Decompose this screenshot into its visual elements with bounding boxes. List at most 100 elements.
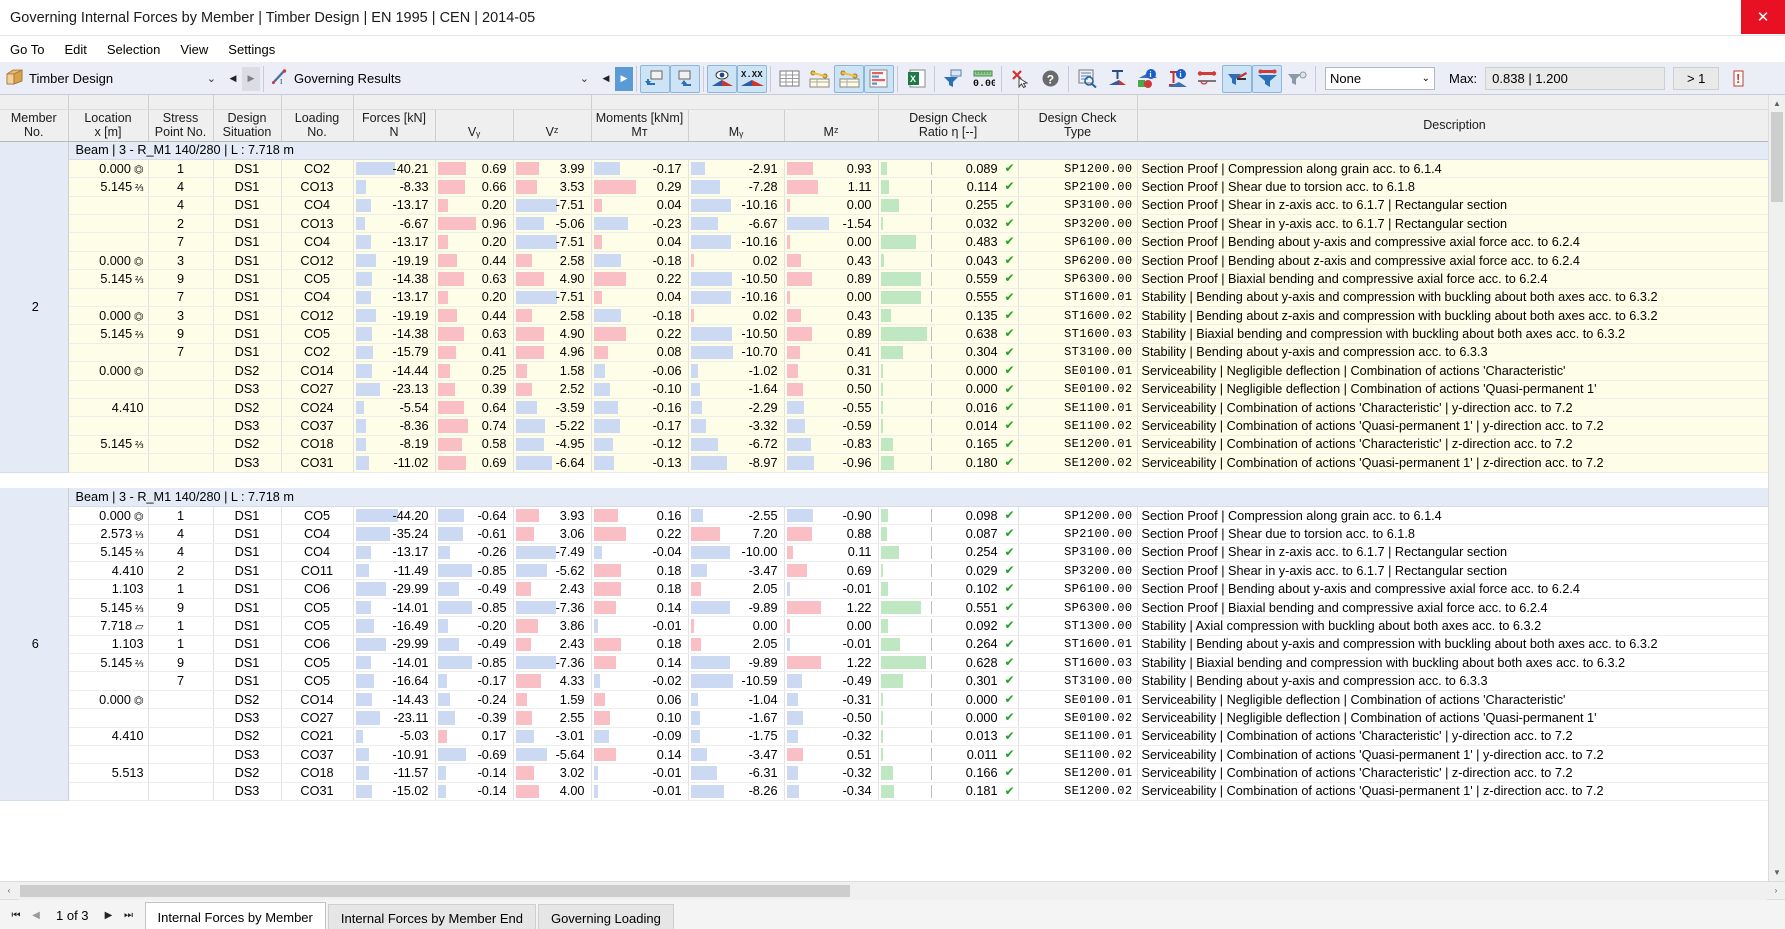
force-vy-cell[interactable]: -0.49 — [435, 635, 514, 655]
force-vy-cell[interactable]: -0.61 — [435, 524, 514, 544]
location-cell[interactable] — [68, 196, 149, 216]
location-cell[interactable]: 0.000 ⏣ — [68, 690, 149, 710]
force-vy-cell[interactable]: 0.58 — [435, 435, 514, 455]
greater-than-one-button[interactable]: > 1 — [1673, 67, 1720, 90]
design-check-type-cell[interactable]: SE0100.02 — [1018, 708, 1138, 728]
vertical-scroll-thumb[interactable] — [1771, 112, 1783, 202]
force-n-cell[interactable]: -19.19 — [353, 251, 436, 271]
design-check-ratio-cell[interactable]: 0.180 ✔ — [878, 453, 1019, 473]
design-check-ratio-cell[interactable]: 0.638 ✔ — [878, 324, 1019, 344]
force-n-cell[interactable]: -23.13 — [353, 380, 436, 399]
location-cell[interactable]: 0.000 ⏣ — [68, 361, 149, 381]
design-check-ratio-cell[interactable]: 0.092 ✔ — [878, 616, 1019, 636]
design-situation-cell[interactable]: DS2 — [213, 361, 282, 381]
moment-my-cell[interactable]: -1.04 — [688, 690, 785, 710]
moment-mz-cell[interactable]: 0.31 — [784, 361, 879, 381]
loading-no-cell[interactable]: CO5 — [281, 671, 354, 691]
moment-mz-cell[interactable]: 0.89 — [784, 324, 879, 344]
description-cell[interactable]: Serviceability | Combination of actions … — [1137, 727, 1768, 747]
moment-mt-cell[interactable]: 0.10 — [591, 708, 689, 728]
force-vz-cell[interactable]: -4.95 — [513, 435, 592, 455]
force-n-cell[interactable]: -16.49 — [353, 616, 436, 636]
design-check-ratio-cell[interactable]: 0.255 ✔ — [878, 196, 1019, 216]
location-cell[interactable] — [68, 232, 149, 252]
loading-no-cell[interactable]: CO4 — [281, 288, 354, 308]
col-stress-point[interactable]: Stress Point No. — [148, 109, 214, 142]
moment-mt-cell[interactable]: -0.17 — [591, 416, 689, 436]
design-situation-cell[interactable]: DS1 — [213, 177, 282, 197]
design-situation-cell[interactable]: DS1 — [213, 598, 282, 618]
design-check-type-cell[interactable]: SE1200.01 — [1018, 763, 1138, 783]
stress-point-cell[interactable]: 1 — [148, 579, 214, 599]
col-design-check-ratio[interactable]: Design Check Ratio η [--] — [878, 109, 1019, 142]
design-check-type-cell[interactable]: SE1100.01 — [1018, 727, 1138, 747]
table-row[interactable]: 4.410 DS2 CO24 -5.54 0.64 -3.59 -0.16 -2.29 -0.5… — [0, 398, 1768, 418]
table-row[interactable]: DS3 CO31 -15.02 -0.14 4.00 -0.01 -8.26 -0.34 0.1… — [0, 782, 1768, 802]
moment-mt-cell[interactable]: -0.18 — [591, 306, 689, 326]
description-cell[interactable]: Stability | Bending about y-axis and com… — [1137, 288, 1768, 308]
stress-point-cell[interactable]: 4 — [148, 196, 214, 216]
design-check-ratio-cell[interactable]: 0.264 ✔ — [878, 635, 1019, 655]
design-check-type-cell[interactable]: SP3100.00 — [1018, 196, 1138, 216]
force-n-cell[interactable]: -13.17 — [353, 543, 436, 563]
force-n-cell[interactable]: -11.57 — [353, 763, 436, 783]
force-n-cell[interactable]: -14.38 — [353, 269, 436, 289]
force-vy-cell[interactable]: -0.14 — [435, 763, 514, 783]
force-vz-cell[interactable]: 2.55 — [513, 708, 592, 728]
moment-mt-cell[interactable]: -0.01 — [591, 616, 689, 636]
force-vy-cell[interactable]: 0.66 — [435, 177, 514, 197]
force-vy-cell[interactable]: 0.41 — [435, 343, 514, 363]
moment-my-cell[interactable]: 7.20 — [688, 524, 785, 544]
description-cell[interactable]: Section Proof | Shear in z-axis acc. to … — [1137, 543, 1768, 563]
moment-mt-cell[interactable]: -0.01 — [591, 782, 689, 802]
location-cell[interactable]: 4.410 — [68, 398, 149, 418]
horizontal-scrollbar[interactable]: ‹ › — [0, 881, 1785, 900]
design-check-ratio-cell[interactable]: 0.555 ✔ — [878, 288, 1019, 308]
location-cell[interactable]: 5.145 ⅔ — [68, 269, 149, 289]
loading-no-cell[interactable]: CO5 — [281, 598, 354, 618]
col-loading-no[interactable]: Loading No. — [281, 109, 354, 142]
table-row[interactable]: 5.145 ⅔ 9 DS1 CO5 -14.38 0.63 4.90 0.22 -10.50 0.8… — [0, 269, 1768, 289]
description-cell[interactable]: Stability | Bending about y-axis and com… — [1137, 343, 1768, 363]
moment-mt-cell[interactable]: -0.06 — [591, 361, 689, 381]
moment-mt-cell[interactable]: -0.18 — [591, 251, 689, 271]
force-vz-cell[interactable]: 2.58 — [513, 251, 592, 271]
location-cell[interactable]: 2.573 ⅓ — [68, 524, 149, 544]
moment-mz-cell[interactable]: -0.90 — [784, 506, 879, 526]
table-row[interactable]: 5.145 ⅔ 9 DS1 CO5 -14.38 0.63 4.90 0.22 -10.50 0.8… — [0, 324, 1768, 344]
force-vy-cell[interactable]: 0.64 — [435, 398, 514, 418]
design-check-ratio-cell[interactable]: 0.000 ✔ — [878, 690, 1019, 710]
design-check-type-cell[interactable]: SP1200.00 — [1018, 506, 1138, 526]
force-n-cell[interactable]: -16.64 — [353, 671, 436, 691]
loading-no-cell[interactable]: CO37 — [281, 745, 354, 765]
moment-my-cell[interactable]: -6.72 — [688, 435, 785, 455]
force-n-cell[interactable]: -6.67 — [353, 214, 436, 234]
next-page-button[interactable]: ▶ — [99, 902, 119, 928]
moment-mz-cell[interactable]: 0.41 — [784, 343, 879, 363]
table-row[interactable]: 4 DS1 CO4 -13.17 0.20 -7.51 0.04 -10.16 0.00 0.25… — [0, 196, 1768, 216]
design-check-type-cell[interactable]: SE1200.02 — [1018, 453, 1138, 473]
force-vz-cell[interactable]: 4.33 — [513, 671, 592, 691]
chevron-down-icon[interactable]: ⌄ — [570, 72, 589, 85]
force-n-cell[interactable]: -8.19 — [353, 435, 436, 455]
first-page-button[interactable]: ⏮ — [6, 902, 26, 928]
moment-my-cell[interactable]: -7.28 — [688, 177, 785, 197]
design-check-type-cell[interactable]: SE0100.01 — [1018, 690, 1138, 710]
horizontal-scroll-track[interactable] — [18, 881, 1767, 900]
force-n-cell[interactable]: -10.91 — [353, 745, 436, 765]
description-cell[interactable]: Serviceability | Negligible deflection |… — [1137, 380, 1768, 399]
design-situation-cell[interactable]: DS2 — [213, 690, 282, 710]
stress-point-cell[interactable] — [148, 782, 214, 802]
description-cell[interactable]: Section Proof | Biaxial bending and comp… — [1137, 598, 1768, 618]
menu-item-goto[interactable]: Go To — [0, 39, 54, 60]
force-vy-cell[interactable]: -0.64 — [435, 506, 514, 526]
force-vz-cell[interactable]: 1.58 — [513, 361, 592, 381]
table-row[interactable]: 0.000 ⏣ DS2 CO14 -14.43 -0.24 1.59 0.06 -1.04 -0.… — [0, 690, 1768, 710]
force-vz-cell[interactable]: 1.59 — [513, 690, 592, 710]
table-row[interactable]: 0.000 ⏣ 3 DS1 CO12 -19.19 0.44 2.58 -0.18 0.02 0.4… — [0, 306, 1768, 326]
force-vz-cell[interactable]: -7.36 — [513, 653, 592, 673]
design-check-type-cell[interactable]: ST1600.01 — [1018, 288, 1138, 308]
moment-mz-cell[interactable]: 0.00 — [784, 232, 879, 252]
location-cell[interactable]: 7.718 ⏥ — [68, 616, 149, 636]
moment-mz-cell[interactable]: 0.88 — [784, 524, 879, 544]
